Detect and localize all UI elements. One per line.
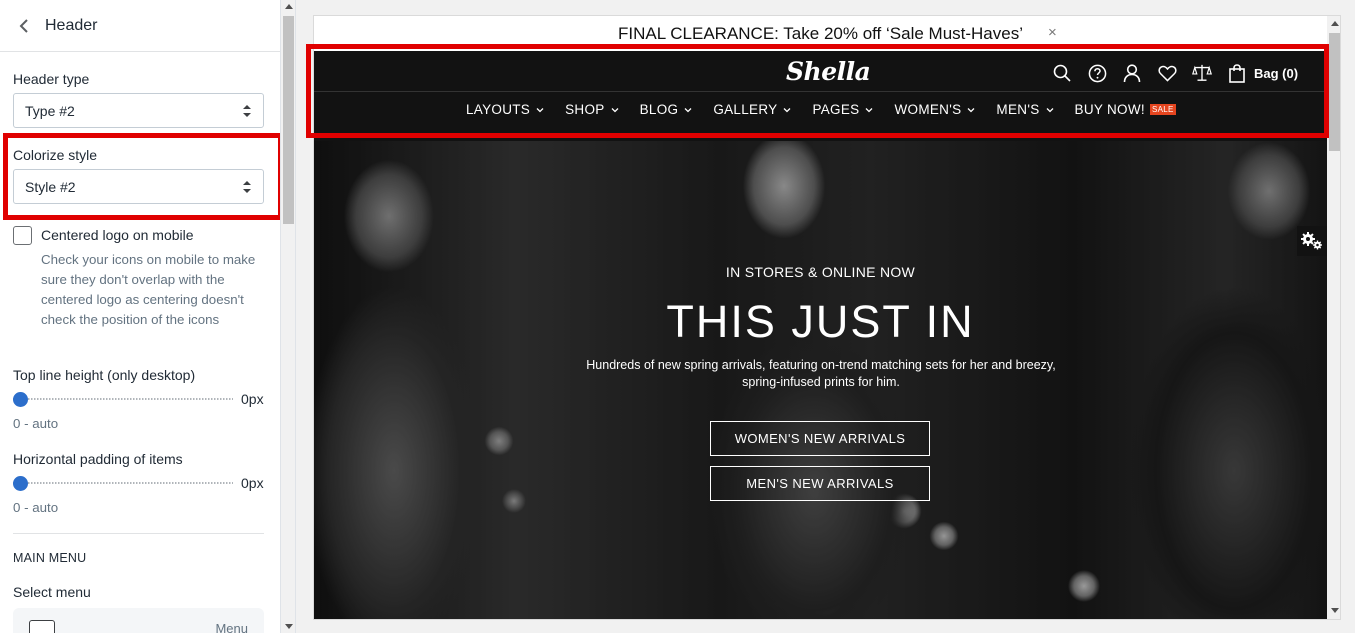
header-type-value: Type #2 bbox=[25, 102, 75, 119]
preview-scroll-thumb[interactable] bbox=[1329, 33, 1340, 151]
panel-title: Header bbox=[45, 16, 98, 34]
settings-panel: Header Header type Type #2 Colorize styl… bbox=[0, 0, 281, 633]
back-button[interactable] bbox=[14, 16, 34, 36]
slider-track bbox=[13, 482, 233, 484]
scroll-down-arrow-icon[interactable] bbox=[1331, 608, 1339, 613]
horizontal-padding-value: 0px bbox=[241, 475, 264, 491]
top-line-height-range: 0 - auto bbox=[13, 416, 59, 431]
colorize-style-highlight bbox=[3, 133, 280, 220]
select-arrows-icon bbox=[243, 105, 251, 117]
top-line-height-slider[interactable] bbox=[13, 392, 233, 407]
panel-scroll-thumb[interactable] bbox=[283, 16, 294, 224]
centered-logo-checkbox[interactable] bbox=[13, 226, 32, 245]
horizontal-padding-slider[interactable] bbox=[13, 476, 233, 491]
hero-eyebrow: IN STORES & ONLINE NOW bbox=[725, 264, 916, 280]
preview-scrollbar[interactable] bbox=[1327, 16, 1340, 619]
top-line-height-label: Top line height (only desktop) bbox=[13, 367, 196, 383]
header-type-label: Header type bbox=[13, 71, 90, 87]
scroll-down-arrow-icon[interactable] bbox=[285, 624, 293, 629]
hero-title: THIS JUST IN bbox=[666, 296, 975, 347]
womens-new-arrivals-button[interactable]: WOMEN'S NEW ARRIVALS bbox=[710, 421, 930, 456]
panel-scrollbar[interactable] bbox=[281, 0, 296, 633]
scroll-up-arrow-icon[interactable] bbox=[1331, 21, 1339, 26]
chevron-left-icon bbox=[19, 18, 28, 33]
horizontal-padding-label: Horizontal padding of items bbox=[13, 451, 183, 467]
scroll-up-arrow-icon[interactable] bbox=[285, 4, 293, 9]
mens-new-arrivals-button[interactable]: MEN'S NEW ARRIVALS bbox=[710, 466, 930, 501]
select-menu-label: Select menu bbox=[13, 584, 91, 600]
slider-handle[interactable] bbox=[13, 392, 28, 407]
announcement-close-icon[interactable]: × bbox=[1048, 24, 1057, 41]
panel-header: Header bbox=[0, 0, 280, 52]
top-line-height-value: 0px bbox=[241, 391, 264, 407]
hero-description: Hundreds of new spring arrivals, featuri… bbox=[586, 358, 1056, 389]
slider-handle[interactable] bbox=[13, 476, 28, 491]
announcement-text[interactable]: FINAL CLEARANCE: Take 20% off ‘Sale Must… bbox=[618, 24, 1023, 44]
menu-card-text: Menu bbox=[215, 621, 248, 633]
header-highlight bbox=[306, 44, 1329, 138]
main-menu-heading: MAIN MENU bbox=[13, 551, 87, 565]
centered-logo-label[interactable]: Centered logo on mobile bbox=[41, 227, 194, 243]
menu-thumbnail-icon bbox=[29, 620, 55, 633]
slider-track bbox=[13, 398, 233, 400]
hero-banner: IN STORES & ONLINE NOW THIS JUST IN Hund… bbox=[314, 141, 1327, 619]
horizontal-padding-range: 0 - auto bbox=[13, 500, 59, 515]
header-type-select[interactable]: Type #2 bbox=[13, 93, 264, 128]
section-divider bbox=[13, 533, 264, 534]
menu-picker-card[interactable]: Menu bbox=[13, 608, 264, 633]
gears-icon[interactable] bbox=[1297, 226, 1327, 256]
centered-logo-help-text: Check your icons on mobile to make sure … bbox=[41, 252, 256, 327]
